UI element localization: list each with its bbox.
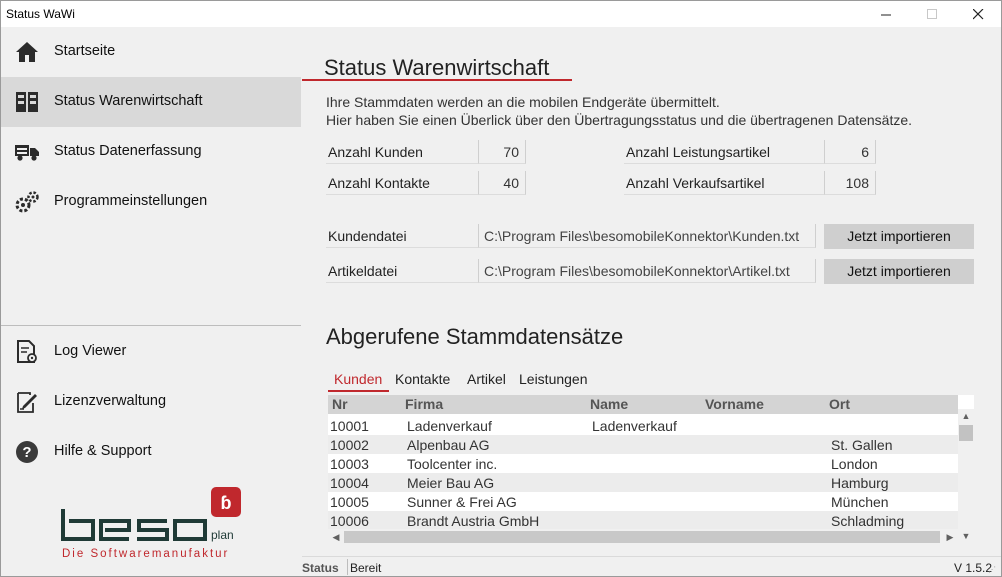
import-kunden-button[interactable]: Jetzt importieren	[824, 224, 974, 249]
artikeldatei-path: C:\Program Files\besomobileKonnektor\Art…	[478, 259, 816, 283]
sidebar-item-label: Status Datenerfassung	[54, 143, 202, 159]
column-header-name[interactable]: Name	[590, 396, 628, 412]
kundendatei-label: Kundendatei	[326, 224, 478, 248]
beso-logo: ɓ plan Die Softwaremanufaktur	[59, 485, 249, 565]
gears-icon	[14, 189, 40, 215]
section-title: Abgerufene Stammdatensätze	[326, 324, 624, 349]
window-title: Status WaWi	[6, 7, 75, 21]
sidebar-item-hilfe-support[interactable]: ? Hilfe & Support	[1, 427, 301, 477]
sidebar-item-label: Hilfe & Support	[54, 443, 152, 459]
column-header-ort[interactable]: Ort	[829, 396, 850, 412]
sidebar-item-programmeinstellungen[interactable]: Programmeinstellungen	[1, 177, 301, 227]
sidebar-item-label: Status Warenwirtschaft	[54, 93, 203, 109]
tab-kontakte[interactable]: Kontakte	[395, 369, 450, 391]
table-row[interactable]: 10003 Toolcenter inc. London	[328, 454, 958, 473]
tab-kunden[interactable]: Kunden	[334, 369, 382, 391]
sidebar-item-label: Programmeinstellungen	[54, 193, 208, 209]
svg-text:ɓ: ɓ	[221, 493, 232, 513]
intro-line-1: Ihre Stammdaten werden an die mobilen En…	[326, 94, 720, 110]
sidebar-item-lizenzverwaltung[interactable]: Lizenzverwaltung	[1, 377, 301, 427]
status-divider	[347, 559, 348, 575]
stat-value-kontakte: 40	[478, 171, 526, 195]
sidebar-item-log-viewer[interactable]: Log Viewer	[1, 327, 301, 377]
sidebar-divider	[1, 325, 301, 326]
close-icon	[972, 8, 983, 19]
status-value: Bereit	[350, 561, 382, 575]
stat-label-kontakte: Anzahl Kontakte	[326, 171, 478, 195]
scroll-right-icon[interactable]: ▶	[942, 529, 958, 545]
table-row[interactable]: 10001 Ladenverkauf Ladenverkauf	[328, 416, 958, 435]
column-header-nr[interactable]: Nr	[332, 396, 348, 412]
column-header-vorname[interactable]: Vorname	[705, 396, 764, 412]
page-title: Status Warenwirtschaft	[324, 55, 550, 80]
logo-tagline: Die Softwaremanufaktur	[62, 548, 229, 560]
stat-value-leistungsartikel: 6	[824, 140, 876, 164]
title-bar[interactable]: Status WaWi	[1, 1, 1001, 27]
kundendatei-path: C:\Program Files\besomobileKonnektor\Kun…	[478, 224, 816, 248]
maximize-icon	[926, 8, 937, 19]
stat-label-verkaufsartikel: Anzahl Verkaufsartikel	[624, 171, 824, 195]
column-header-firma[interactable]: Firma	[405, 396, 443, 412]
scroll-up-icon[interactable]: ▲	[958, 409, 974, 423]
horizontal-scroll-thumb[interactable]	[344, 531, 940, 543]
main-content: Status Warenwirtschaft Ihre Stammdaten w…	[302, 27, 1001, 552]
stat-label-leistungsartikel: Anzahl Leistungsartikel	[624, 140, 824, 164]
import-artikel-button[interactable]: Jetzt importieren	[824, 259, 974, 284]
sidebar-item-label: Lizenzverwaltung	[54, 393, 167, 409]
sidebar-item-label: Startseite	[54, 43, 116, 59]
license-icon	[14, 389, 40, 415]
vertical-scroll-thumb[interactable]	[959, 425, 973, 441]
table-row[interactable]: 10005 Sunner & Frei AG München	[328, 492, 958, 511]
warehouse-icon	[14, 89, 40, 115]
scroll-left-icon[interactable]: ◀	[328, 529, 344, 545]
app-window: Status WaWi Startseite Status Warenwirts…	[0, 0, 1002, 577]
sidebar-item-label: Log Viewer	[54, 343, 127, 359]
title-underline	[302, 79, 572, 81]
truck-icon	[14, 139, 40, 165]
sidebar-item-status-warenwirtschaft[interactable]: Status Warenwirtschaft	[1, 77, 301, 127]
maximize-button[interactable]	[909, 1, 955, 27]
tab-leistungen[interactable]: Leistungen	[519, 369, 588, 391]
status-label: Status	[302, 561, 339, 575]
table-row[interactable]: 10006 Brandt Austria GmbH Schladming	[328, 511, 958, 530]
table-row[interactable]: 10004 Meier Bau AG Hamburg	[328, 473, 958, 492]
close-button[interactable]	[955, 1, 1001, 27]
home-icon	[14, 39, 40, 65]
sidebar: Startseite Status Warenwirtschaft Status…	[1, 27, 301, 576]
sidebar-item-startseite[interactable]: Startseite	[1, 27, 301, 77]
grid-horizontal-scrollbar[interactable]: ◀ ▶	[328, 529, 958, 545]
stat-value-verkaufsartikel: 108	[824, 171, 876, 195]
intro-text: Ihre Stammdaten werden an die mobilen En…	[326, 93, 912, 129]
artikeldatei-label: Artikeldatei	[326, 259, 478, 283]
stammdaten-grid[interactable]: Nr Firma Name Vorname Ort 10001 Ladenver…	[328, 395, 974, 543]
tab-artikel[interactable]: Artikel	[467, 369, 506, 391]
svg-text:?: ?	[22, 444, 31, 461]
scroll-down-icon[interactable]: ▼	[958, 529, 974, 543]
grid-vertical-scrollbar[interactable]: ▲ ▼	[958, 409, 974, 543]
sidebar-item-status-datenerfassung[interactable]: Status Datenerfassung	[1, 127, 301, 177]
stat-value-kunden: 70	[478, 140, 526, 164]
resize-grip-icon[interactable]: ⋰	[988, 565, 996, 574]
grid-header: Nr Firma Name Vorname Ort	[328, 395, 958, 414]
help-icon: ?	[14, 439, 40, 465]
logo-suffix: plan	[211, 528, 234, 542]
minimize-button[interactable]	[863, 1, 909, 27]
active-tab-underline	[328, 390, 389, 392]
minimize-icon	[880, 14, 891, 15]
table-row[interactable]: 10002 Alpenbau AG St. Gallen	[328, 435, 958, 454]
log-icon	[14, 339, 40, 365]
stat-label-kunden: Anzahl Kunden	[326, 140, 478, 164]
status-bar: Status Bereit V 1.5.2 ⋰	[302, 556, 1001, 576]
intro-line-2: Hier haben Sie einen Überlick über den Ü…	[326, 112, 913, 128]
version-label: V 1.5.2	[954, 561, 993, 575]
